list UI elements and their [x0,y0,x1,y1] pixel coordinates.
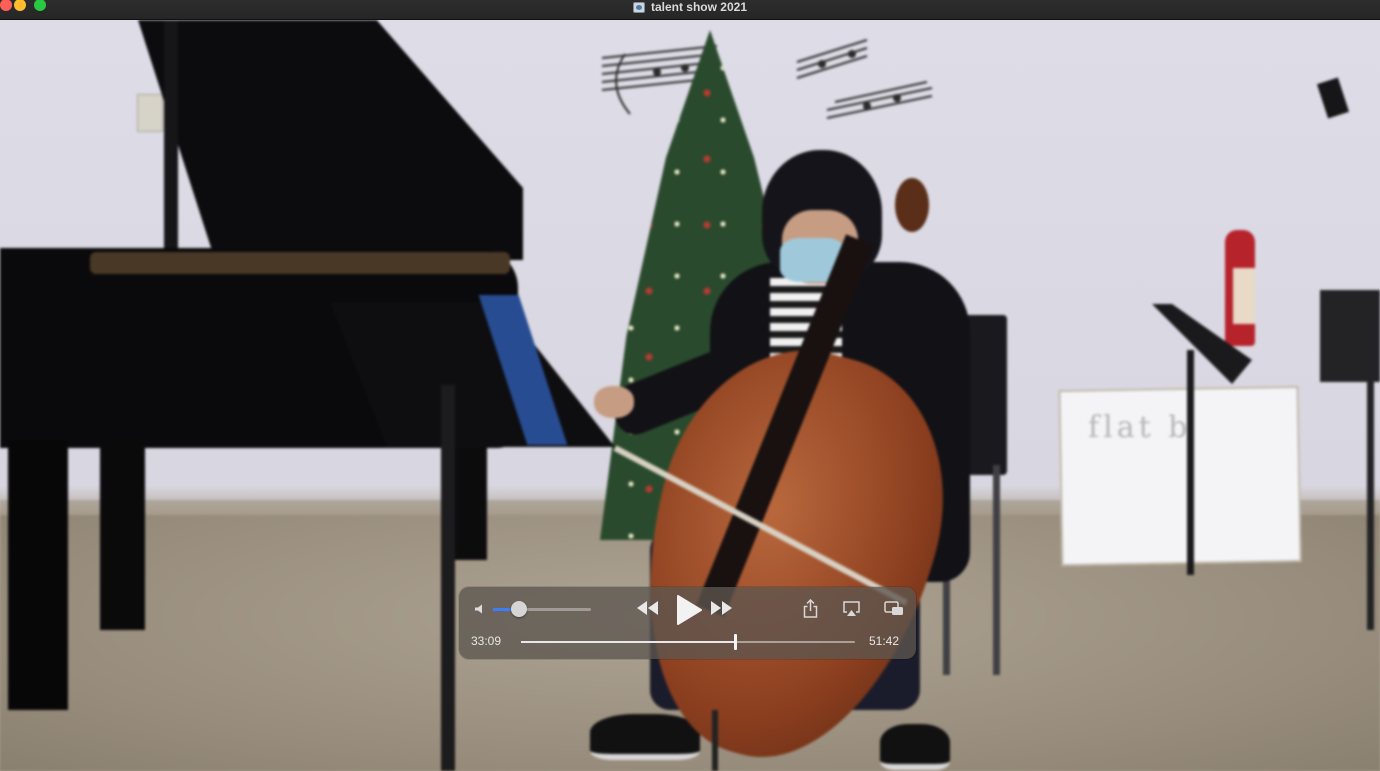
airplay-icon [843,601,860,616]
window-title-bar: talent show 2021 [0,0,1380,20]
music-stand-far-right-pole [1367,380,1374,630]
music-stand-pole [441,385,455,771]
timeline-scrubber[interactable] [521,634,855,650]
play-button[interactable] [676,595,702,625]
wall-outlet [137,94,163,132]
timeline-progress-fill [521,641,736,643]
stand-lamp [1316,77,1350,119]
fire-extinguisher-label [1233,268,1255,324]
rewind-button[interactable] [637,601,659,615]
share-button[interactable] [803,599,818,618]
cellist-bow-hand [594,386,634,418]
cellist-shoe [880,724,950,770]
cellist-shoe [590,714,700,760]
window-title: talent show 2021 [650,0,748,14]
timeline-playhead[interactable] [734,634,738,650]
volume-slider[interactable] [493,601,591,617]
elapsed-time: 33:09 [471,634,502,648]
chair-leg [993,465,1000,675]
whiteboard-writing: flat b [1088,410,1192,445]
piano-leg [100,440,145,630]
rewind-icon [637,601,658,615]
piano-leg [8,440,68,710]
share-icon [803,599,818,618]
cello-scroll [895,178,929,232]
cello-endpin [712,710,718,771]
fast-forward-icon [711,601,732,615]
play-icon [677,595,702,625]
total-duration: 51:42 [869,634,900,648]
picture-in-picture-button[interactable] [884,601,904,616]
volume-slider-knob[interactable] [511,601,528,617]
window-title-group: talent show 2021 [0,0,1380,19]
music-stand-far-right [1320,290,1380,382]
music-note-wall-decor [601,39,933,119]
speaker-icon[interactable] [475,604,485,614]
playback-controls: 33:09 51:42 [459,587,916,659]
fast-forward-button[interactable] [711,601,733,615]
video-document-icon [632,2,645,13]
music-stand-right-pole [1187,350,1194,575]
piano-rim [90,252,510,274]
piano-lid [138,20,523,260]
picture-in-picture-icon [884,601,903,615]
airplay-button[interactable] [843,601,860,617]
